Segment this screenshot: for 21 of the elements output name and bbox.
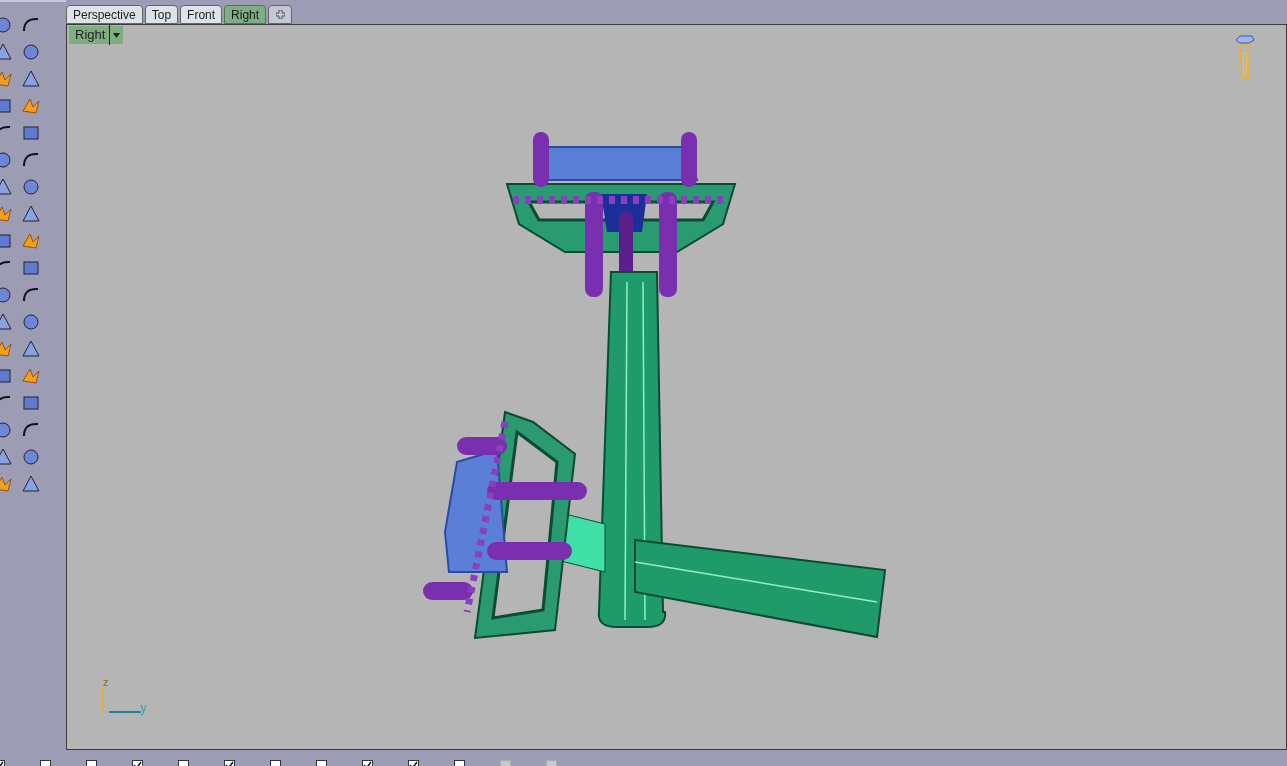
viewport-tab[interactable]: Top bbox=[144, 5, 179, 24]
axis-line bbox=[102, 688, 104, 714]
tool-icon[interactable] bbox=[20, 203, 42, 225]
axis-line bbox=[108, 711, 141, 713]
tool-icon[interactable] bbox=[20, 446, 42, 468]
viewport-tab[interactable]: Front bbox=[180, 5, 223, 24]
tool-icon[interactable] bbox=[20, 311, 42, 333]
plus-icon bbox=[275, 10, 285, 19]
new-tab-button[interactable] bbox=[268, 5, 293, 24]
axis-label: z bbox=[103, 677, 109, 688]
caret-icon bbox=[113, 32, 121, 38]
viewport-tab[interactable]: Perspective bbox=[66, 5, 143, 24]
tool-icon[interactable] bbox=[20, 41, 42, 63]
tool-icon[interactable] bbox=[20, 176, 42, 198]
tool-icon[interactable] bbox=[20, 473, 42, 495]
tool-icon[interactable] bbox=[20, 338, 42, 360]
axis-label: y bbox=[140, 702, 147, 714]
viewport-title-menu[interactable]: Right bbox=[69, 26, 124, 44]
viewport-tab[interactable]: Right bbox=[224, 5, 267, 24]
viewport-title: Right bbox=[75, 25, 111, 45]
tool-icon[interactable] bbox=[20, 68, 42, 90]
